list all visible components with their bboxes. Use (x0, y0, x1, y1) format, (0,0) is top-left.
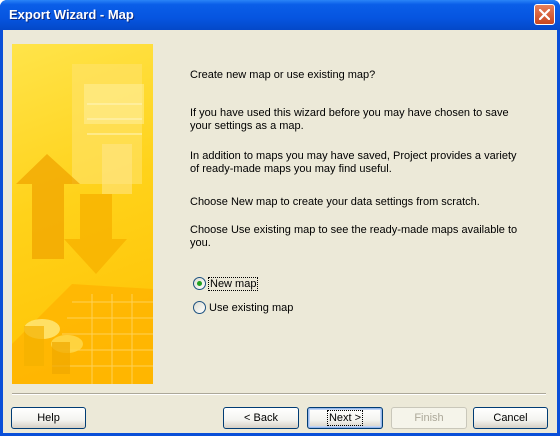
radio-use-existing-map[interactable]: Use existing map (193, 301, 293, 314)
cancel-button-label: Cancel (493, 412, 528, 424)
footer-separator (12, 393, 546, 395)
info-paragraph-4: Choose Use existing map to see the ready… (190, 224, 518, 249)
info-paragraph-2: In addition to maps you may have saved, … (190, 150, 517, 175)
help-button[interactable]: Help (11, 407, 86, 429)
back-button-label: < Back (244, 412, 278, 424)
window-title: Export Wizard - Map (9, 7, 134, 22)
export-wizard-window: Export Wizard - Map Create new map or us… (0, 0, 560, 436)
radio-use-existing-map-label[interactable]: Use existing map (209, 302, 293, 314)
info-paragraph-3: Choose New map to create your data setti… (190, 196, 480, 208)
next-button-label: Next > (326, 410, 364, 426)
radio-new-map[interactable]: New map (193, 276, 259, 291)
back-button[interactable]: < Back (223, 407, 299, 429)
finish-button-label: Finish (414, 412, 444, 424)
wizard-banner-image (12, 44, 153, 384)
title-bar[interactable]: Export Wizard - Map (0, 0, 560, 30)
question-text: Create new map or use existing map? (190, 69, 376, 81)
radio-new-map-indicator[interactable] (193, 277, 206, 290)
dialog-body: Create new map or use existing map? If y… (3, 30, 557, 433)
close-button[interactable] (534, 4, 555, 25)
help-button-label: Help (37, 412, 60, 424)
radio-new-map-label[interactable]: New map (207, 276, 259, 291)
close-icon (539, 9, 550, 20)
info-paragraph-1: If you have used this wizard before you … (190, 107, 509, 132)
cancel-button[interactable]: Cancel (473, 407, 548, 429)
radio-use-existing-map-indicator[interactable] (193, 301, 206, 314)
finish-button[interactable]: Finish (391, 407, 467, 429)
next-button[interactable]: Next > (307, 407, 383, 429)
